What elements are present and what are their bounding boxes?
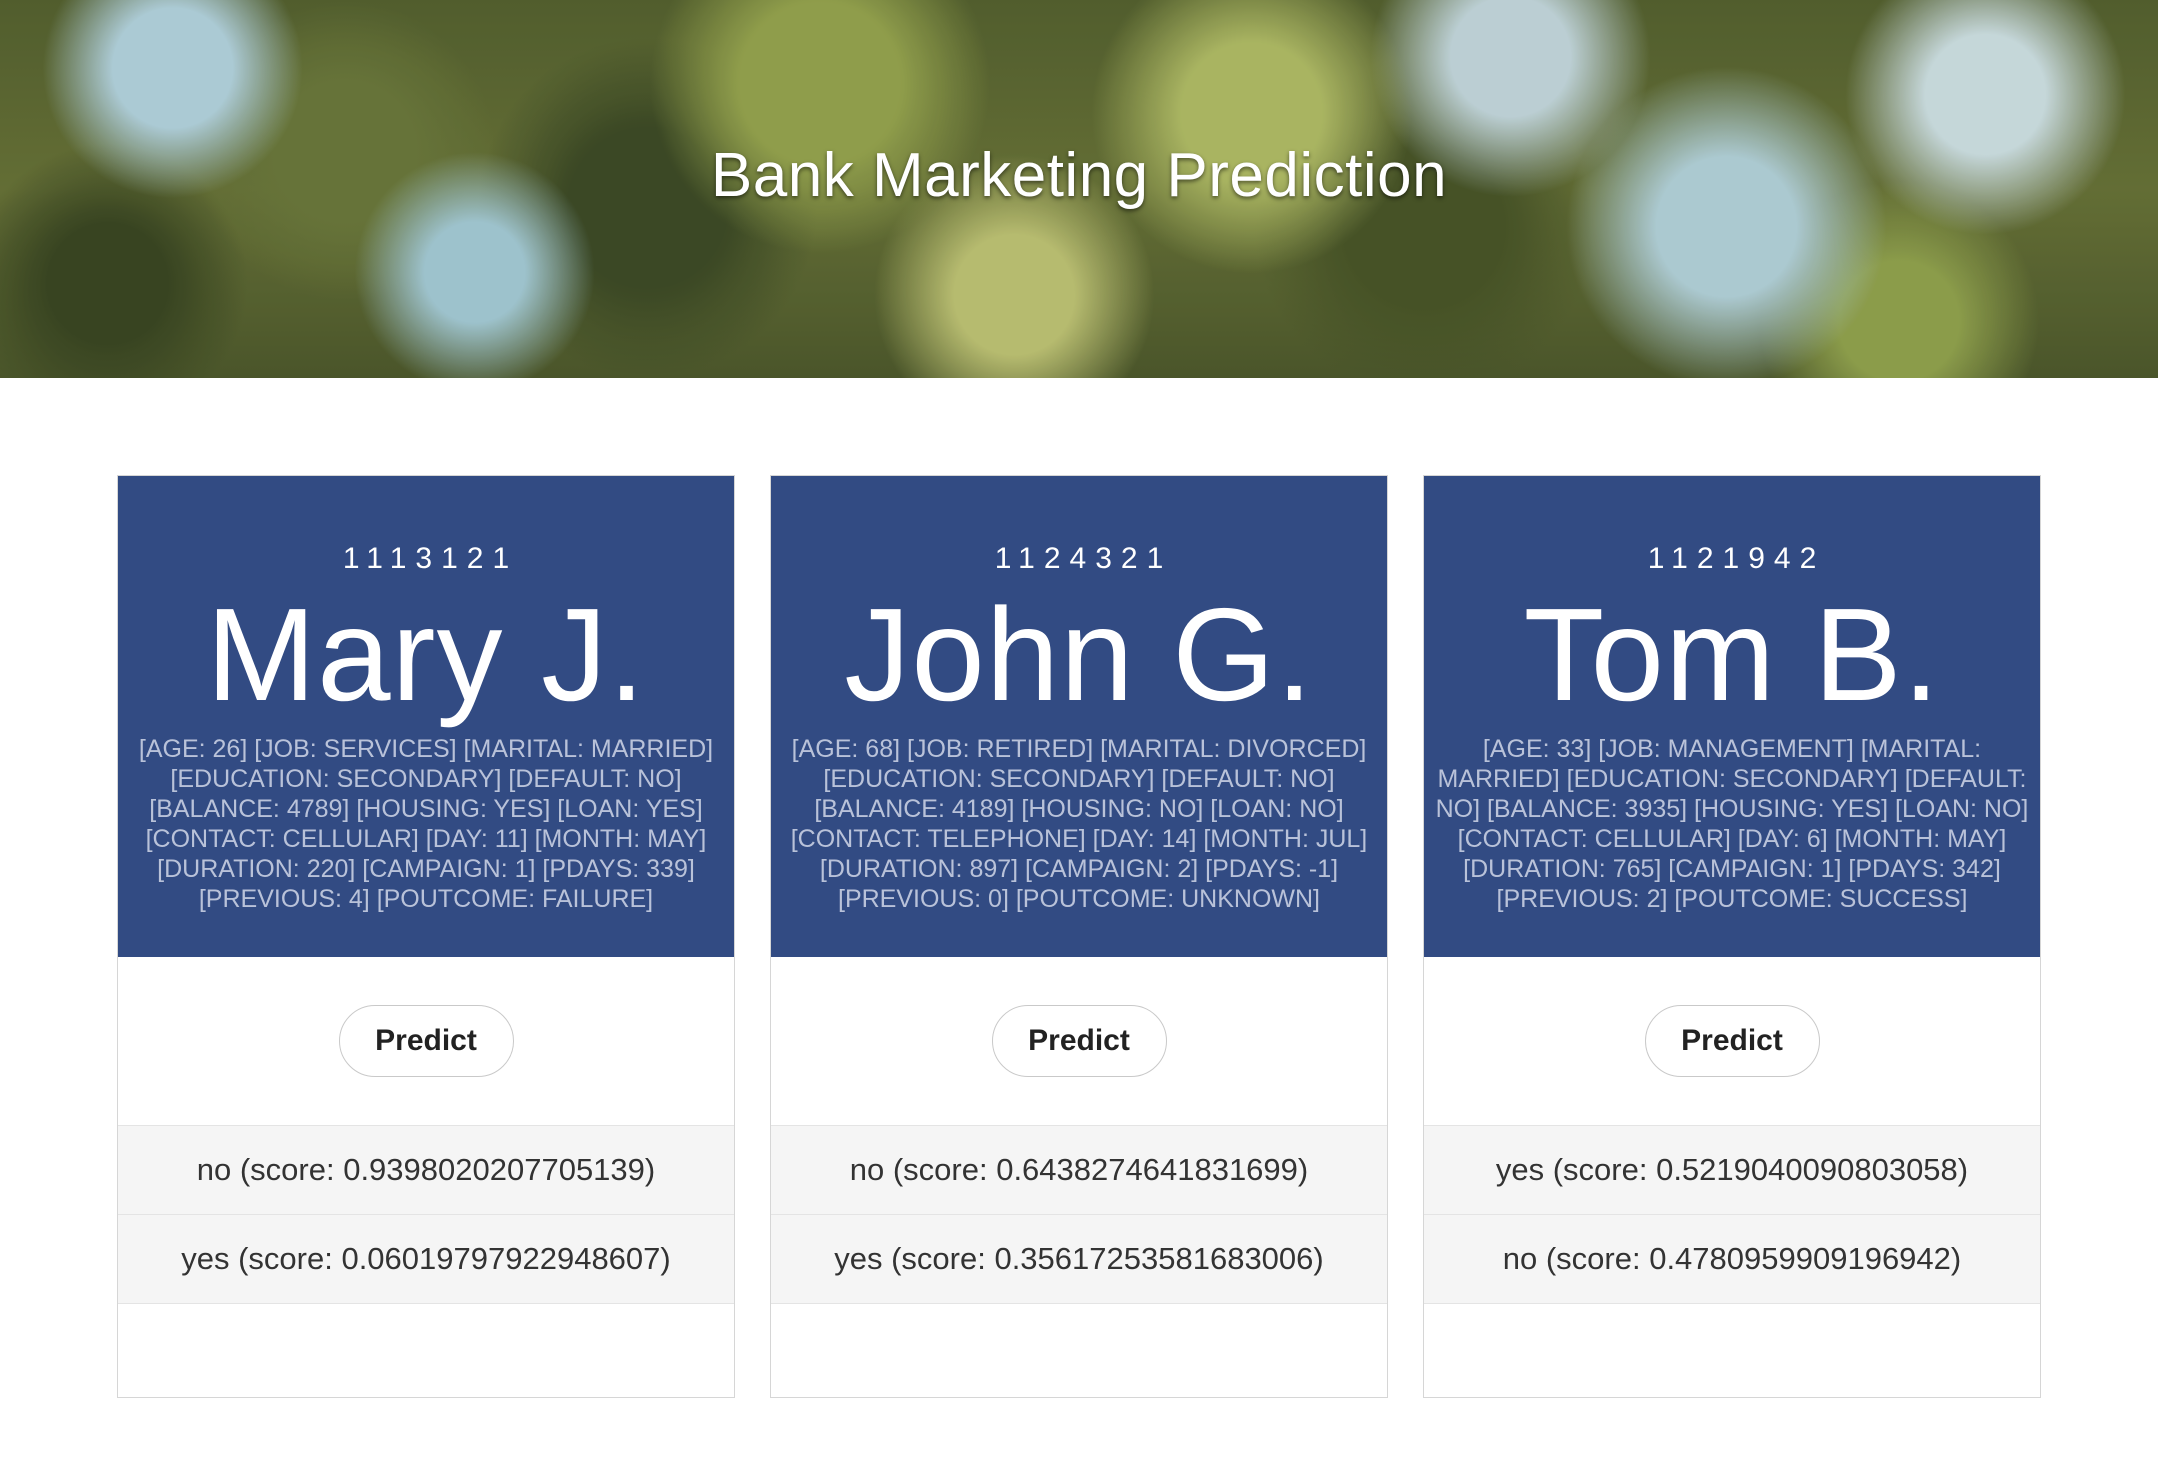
- customer-attributes: [AGE: 33] [JOB: MANAGEMENT] [MARITAL: MA…: [1435, 735, 2029, 913]
- customer-id: 1121942: [1647, 542, 1826, 575]
- customer-name: John G.: [844, 581, 1314, 728]
- customer-attributes: [AGE: 68] [JOB: RETIRED] [MARITAL: DIVOR…: [790, 735, 1368, 913]
- predict-area: Predict: [771, 957, 1387, 1125]
- predict-button[interactable]: Predict: [991, 1005, 1167, 1077]
- card-header: 1124321 John G. [AGE: 68] [JOB: RETIRED]…: [771, 476, 1387, 957]
- customer-id: 1124321: [994, 542, 1173, 575]
- customer-attributes: [AGE: 26] [JOB: SERVICES] [MARITAL: MARR…: [138, 735, 714, 913]
- prediction-result: yes (score: 0.5219040090803058): [1424, 1125, 2040, 1214]
- prediction-result: no (score: 0.6438274641831699): [771, 1125, 1387, 1214]
- prediction-result: yes (score: 0.06019797922948607): [118, 1214, 734, 1304]
- prediction-result: yes (score: 0.35617253581683006): [771, 1214, 1387, 1304]
- predict-area: Predict: [118, 957, 734, 1125]
- customer-name: Tom B.: [1523, 581, 1941, 728]
- prediction-result: no (score: 0.4780959909196942): [1424, 1214, 2040, 1304]
- customer-id: 1113121: [342, 542, 519, 575]
- customer-cards: 1113121 Mary J. [AGE: 26] [JOB: SERVICES…: [117, 475, 2041, 1400]
- hero-banner: Bank Marketing Prediction: [0, 0, 2158, 378]
- prediction-result: no (score: 0.9398020207705139): [118, 1125, 734, 1214]
- card-header: 1121942 Tom B. [AGE: 33] [JOB: MANAGEMEN…: [1424, 476, 2040, 957]
- predict-area: Predict: [1424, 957, 2040, 1125]
- page-title: Bank Marketing Prediction: [710, 141, 1448, 210]
- customer-card: 1113121 Mary J. [AGE: 26] [JOB: SERVICES…: [117, 475, 735, 1398]
- card-header: 1113121 Mary J. [AGE: 26] [JOB: SERVICES…: [118, 476, 734, 957]
- predict-button[interactable]: Predict: [1644, 1005, 1820, 1077]
- customer-name: Mary J.: [206, 581, 646, 728]
- customer-card: 1124321 John G. [AGE: 68] [JOB: RETIRED]…: [770, 475, 1388, 1398]
- customer-card: 1121942 Tom B. [AGE: 33] [JOB: MANAGEMEN…: [1423, 475, 2041, 1398]
- predict-button[interactable]: Predict: [338, 1005, 514, 1077]
